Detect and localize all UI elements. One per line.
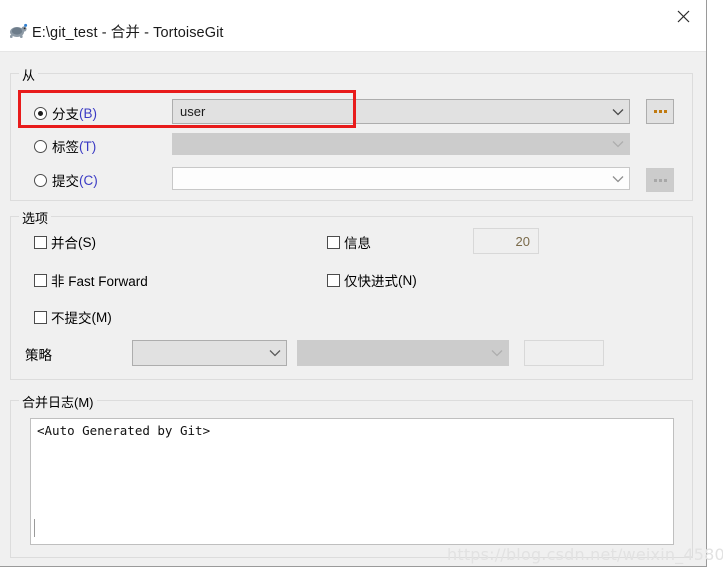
checkbox-no-ff-mark[interactable] — [34, 273, 47, 287]
radio-tag-mark[interactable] — [34, 139, 47, 153]
checkbox-no-ff[interactable]: 非 Fast Forward — [34, 270, 148, 290]
checkbox-squash-mark[interactable] — [34, 235, 47, 249]
tortoisegit-merge-dialog: E:\git_test - 合并 - TortoiseGit 从 分支 (B) … — [0, 0, 707, 567]
radio-branch[interactable]: 分支 (B) — [34, 103, 97, 123]
commit-browse-button — [646, 168, 674, 192]
chevron-down-icon — [486, 349, 508, 357]
checkbox-no-commit-mark[interactable] — [34, 310, 47, 324]
branch-combobox-value: user — [180, 104, 206, 119]
chevron-down-icon[interactable] — [264, 349, 286, 357]
checkbox-log[interactable]: 信息 — [327, 232, 371, 252]
radio-branch-mark[interactable] — [34, 106, 47, 120]
title-bar: E:\git_test - 合并 - TortoiseGit — [0, 0, 706, 52]
checkbox-ff-only-mnemonic: (N) — [398, 272, 417, 288]
checkbox-no-commit-mnemonic: (M) — [91, 309, 112, 325]
radio-tag-mnemonic: (T) — [79, 138, 97, 154]
dot-icon — [653, 110, 657, 113]
checkbox-no-commit-label: 不提交 — [51, 311, 92, 326]
checkbox-no-commit[interactable]: 不提交 (M) — [34, 307, 112, 327]
radio-tag-label: 标签 — [52, 140, 79, 155]
radio-branch-mnemonic: (B) — [79, 105, 97, 121]
checkbox-ff-only[interactable]: 仅快进式 (N) — [327, 270, 417, 290]
checkbox-squash-mnemonic: (S) — [78, 234, 96, 250]
merge-log-textarea[interactable]: <Auto Generated by Git> — [30, 418, 674, 545]
dot-icon — [663, 178, 667, 182]
radio-branch-label: 分支 — [52, 107, 79, 122]
merge-log-group-title-text: 合并日志 — [22, 395, 75, 410]
dot-icon — [653, 178, 657, 182]
merge-log-group-mnemonic: (M) — [74, 395, 94, 410]
radio-tag[interactable]: 标签 (T) — [34, 136, 96, 156]
checkbox-ff-only-mark[interactable] — [327, 273, 340, 287]
branch-combobox[interactable]: user — [172, 99, 630, 124]
dot-icon — [658, 178, 662, 182]
radio-commit-mark[interactable] — [34, 173, 47, 187]
strategy-param-field — [524, 340, 604, 366]
strategy-label: 策略 — [25, 348, 52, 363]
chevron-down-icon[interactable] — [607, 108, 629, 116]
close-button[interactable] — [660, 0, 706, 32]
checkbox-squash-label: 并合 — [51, 236, 78, 251]
checkbox-no-ff-label: 非 Fast Forward — [51, 274, 148, 289]
chevron-down-icon[interactable] — [607, 175, 629, 183]
dot-icon — [658, 110, 662, 113]
csdn-watermark: https://blog.csdn.net/weixin_45801537 — [447, 545, 723, 564]
strategy-combobox[interactable] — [132, 340, 287, 366]
text-caret — [34, 519, 35, 537]
dot-icon — [663, 110, 667, 113]
checkbox-log-mark[interactable] — [327, 235, 340, 249]
window-title: E:\git_test - 合并 - TortoiseGit — [32, 25, 224, 41]
checkbox-ff-only-label: 仅快进式 — [344, 274, 398, 289]
from-group-title: 从 — [19, 65, 39, 84]
options-group-title: 选项 — [19, 208, 52, 227]
commit-combobox[interactable] — [172, 167, 630, 190]
tag-combobox — [172, 133, 630, 155]
strategy-option-combobox — [297, 340, 509, 366]
merge-log-group-title: 合并日志(M) — [19, 392, 97, 411]
checkbox-log-label: 信息 — [344, 236, 371, 251]
log-count-field[interactable]: 20 — [473, 228, 539, 254]
merge-log-text: <Auto Generated by Git> — [37, 423, 211, 438]
chevron-down-icon — [607, 140, 629, 148]
branch-browse-button[interactable] — [646, 99, 674, 124]
checkbox-squash[interactable]: 并合 (S) — [34, 232, 96, 252]
radio-commit-mnemonic: (C) — [79, 172, 98, 188]
radio-commit[interactable]: 提交 (C) — [34, 170, 98, 190]
radio-commit-label: 提交 — [52, 174, 79, 189]
tortoise-git-icon — [8, 22, 28, 40]
log-count-value: 20 — [515, 233, 530, 249]
